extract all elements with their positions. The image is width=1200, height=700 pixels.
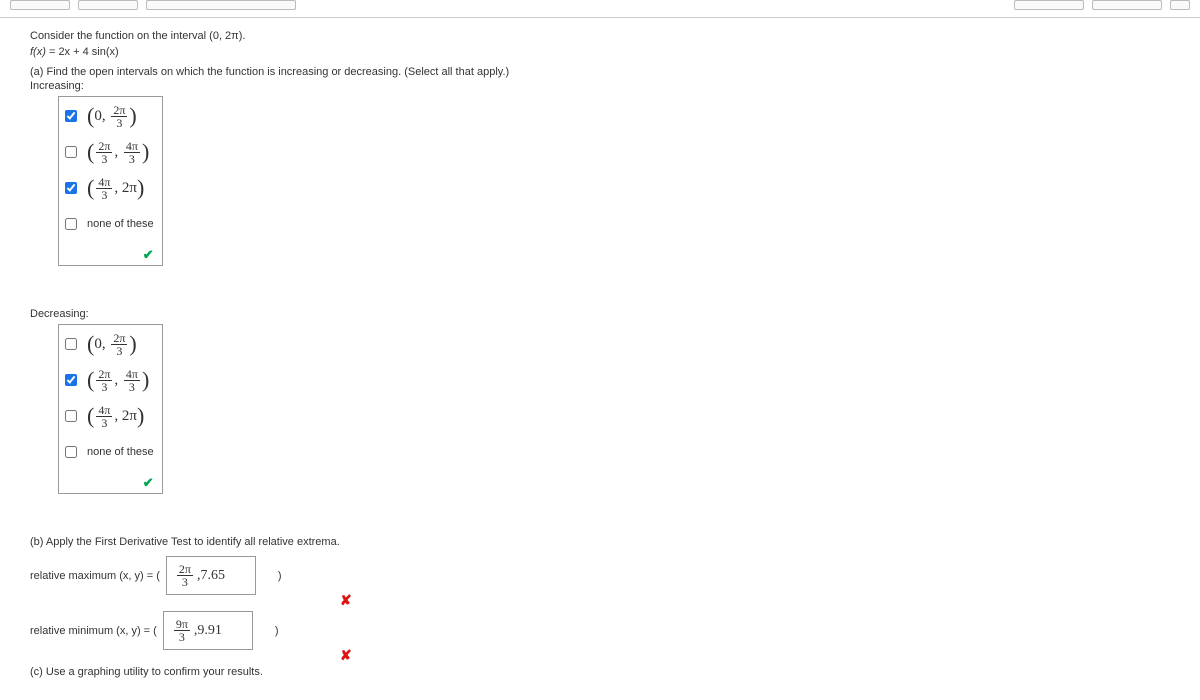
wrong-icon: ✘ — [340, 592, 352, 609]
interval-2pi3-4pi3: ( 2π3, 4π3 ) — [87, 368, 149, 393]
choice-row: ( 4π3, 2π ) — [65, 175, 154, 201]
increasing-label: Increasing: — [30, 80, 1170, 92]
top-nav-placeholder — [0, 0, 1200, 18]
choice-row: ( 4π3, 2π ) — [65, 403, 154, 429]
relative-min-label: relative minimum (x, y) = ( — [30, 625, 157, 637]
wrong-icon: ✘ — [340, 647, 352, 664]
top-box — [146, 0, 296, 10]
none-of-these: none of these — [87, 446, 154, 458]
choice-row: ( 2π3, 4π3 ) — [65, 367, 154, 393]
close-paren: ) — [278, 570, 282, 582]
close-paren: ) — [275, 625, 279, 637]
checkbox[interactable] — [65, 218, 77, 230]
function-definition: f(x) = 2x + 4 sin(x) — [30, 46, 1170, 58]
interval-0-2pi3: (0, 2π3 ) — [87, 104, 137, 129]
part-b-text: (b) Apply the First Derivative Test to i… — [30, 536, 1170, 548]
relative-min-row: relative minimum (x, y) = ( 9π3 ,9.91 ) … — [30, 611, 1170, 650]
relative-max-row: relative maximum (x, y) = ( 2π3 ,7.65 ) … — [30, 556, 1170, 595]
correct-icon: ✔ — [65, 475, 154, 491]
increasing-choices: (0, 2π3 ) ( 2π3, 4π3 ) ( 4π3, — [58, 96, 163, 266]
decreasing-choices: (0, 2π3 ) ( 2π3, 4π3 ) ( 4π3, — [58, 324, 163, 494]
interval-0-2pi3: (0, 2π3 ) — [87, 332, 137, 357]
top-box — [1170, 0, 1190, 10]
checkbox[interactable] — [65, 182, 77, 194]
top-box — [1092, 0, 1162, 10]
relative-max-label: relative maximum (x, y) = ( — [30, 570, 160, 582]
interval-4pi3-2pi: ( 4π3, 2π ) — [87, 176, 144, 201]
checkbox[interactable] — [65, 446, 77, 458]
choice-row: none of these — [65, 439, 154, 465]
interval-2pi3-4pi3: ( 2π3, 4π3 ) — [87, 140, 149, 165]
checkbox[interactable] — [65, 338, 77, 350]
decreasing-label: Decreasing: — [30, 308, 1170, 320]
top-box — [78, 0, 138, 10]
top-box — [1014, 0, 1084, 10]
correct-icon: ✔ — [65, 247, 154, 263]
choice-row: none of these — [65, 211, 154, 237]
choice-row: (0, 2π3 ) — [65, 331, 154, 357]
checkbox[interactable] — [65, 410, 77, 422]
choice-row: ( 2π3, 4π3 ) — [65, 139, 154, 165]
checkbox[interactable] — [65, 146, 77, 158]
problem-intro: Consider the function on the interval (0… — [30, 30, 1170, 42]
checkbox[interactable] — [65, 374, 77, 386]
checkbox[interactable] — [65, 110, 77, 122]
top-box — [10, 0, 70, 10]
part-a-text: (a) Find the open intervals on which the… — [30, 66, 1170, 78]
none-of-these: none of these — [87, 218, 154, 230]
part-c-text: (c) Use a graphing utility to confirm yo… — [30, 666, 1170, 678]
interval-4pi3-2pi: ( 4π3, 2π ) — [87, 404, 144, 429]
answer-input[interactable]: 2π3 ,7.65 — [166, 556, 256, 595]
choice-row: (0, 2π3 ) — [65, 103, 154, 129]
answer-input[interactable]: 9π3 ,9.91 — [163, 611, 253, 650]
